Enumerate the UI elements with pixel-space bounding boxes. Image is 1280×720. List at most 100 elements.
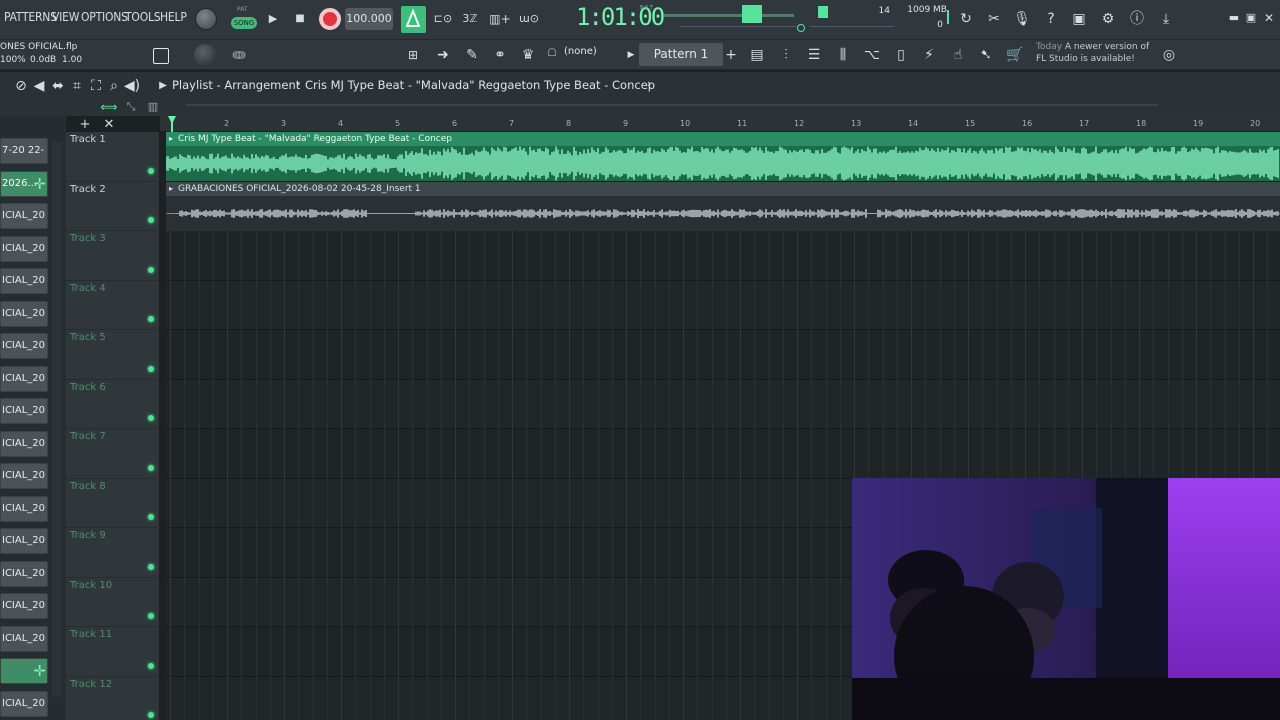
browser-icon[interactable]: ⌥ (861, 44, 883, 66)
save-icon[interactable]: ▣ (1068, 8, 1090, 30)
audio-clip-vocal[interactable]: GRABACIONES OFICIAL_2026-08-02 20-45-28_… (166, 182, 1280, 231)
timeline-ruler[interactable]: 2 3 4 5 6 7 8 9 10 11 12 13 14 15 16 17 18 19 20 (160, 116, 1280, 132)
track-header[interactable]: Track 12 (66, 677, 160, 720)
track-header[interactable]: Track 1 (66, 132, 160, 182)
track-mute-led[interactable] (148, 464, 154, 471)
track-name[interactable]: Track 6 (70, 382, 106, 393)
picker-clip-item[interactable]: ICIAL_20 (0, 560, 48, 587)
grid-track-lane[interactable] (166, 429, 1280, 479)
mixer-icon[interactable]: ⫼ (832, 44, 854, 66)
master-pitch-slider[interactable] (664, 14, 794, 17)
link-icon[interactable]: ⚭ (489, 44, 511, 66)
undo-icon[interactable]: ↻ (955, 8, 977, 30)
piano-roll-icon[interactable]: ⊞ (402, 44, 424, 66)
track-mute-led[interactable] (148, 167, 154, 174)
piano-roll-view-icon[interactable]: ☰ (803, 44, 825, 66)
track-header[interactable]: Track 5 (66, 330, 160, 380)
channel-rack-icon[interactable]: ⫶ (775, 44, 797, 66)
menu-options[interactable]: OPTIONS (81, 10, 128, 24)
picker-clip-item[interactable]: ICIAL_20 (0, 463, 48, 489)
clip-menu-icon[interactable]: ▸ (169, 134, 173, 143)
picker-clip-item[interactable]: ICIAL_20 (0, 690, 48, 717)
track-header[interactable]: Track 3 (66, 231, 160, 281)
touch-controller-icon[interactable]: ☝ (947, 44, 969, 66)
stop-icon[interactable]: ■ (289, 8, 311, 30)
track-name[interactable]: Track 11 (70, 629, 112, 640)
track-name[interactable]: Track 8 (70, 481, 106, 492)
news-panel[interactable]: Today A newer version of FL Studio is av… (1036, 42, 1149, 64)
close-icon[interactable]: ✕ (1258, 7, 1280, 29)
tempo-display[interactable]: 100.000 (345, 8, 393, 30)
menu-help[interactable]: HELP (160, 10, 187, 24)
picker-clip-item[interactable]: ICIAL_20 (0, 203, 48, 229)
pitch-slider-thumb[interactable] (742, 5, 762, 23)
pattern-selector[interactable]: Pattern 1 (639, 43, 723, 66)
track-header[interactable]: Track 8 (66, 479, 160, 528)
track-header[interactable]: Track 11 (66, 627, 160, 677)
picker-clip-item[interactable]: ICIAL_20 (0, 593, 48, 619)
clip-add-icon[interactable]: ✛ (33, 175, 46, 193)
plugin-picker-icon[interactable]: ⚡ (918, 44, 940, 66)
picker-clip-item[interactable]: ICIAL_20 (0, 300, 48, 327)
track-mute-led[interactable] (148, 316, 154, 322)
track-mute-led[interactable] (148, 365, 154, 372)
picker-clip-item[interactable]: ICIAL_20 (0, 528, 48, 554)
clip-menu-icon[interactable]: ▸ (169, 184, 173, 193)
audio-clip-beat[interactable]: Cris MJ Type Beat - "Malvada" Reggaeton … (166, 132, 1280, 181)
master-volume-knob[interactable] (195, 8, 217, 30)
track-mute-led[interactable] (148, 514, 154, 520)
play-icon[interactable]: ▶ (262, 8, 284, 30)
picker-clip-item[interactable]: ICIAL_20 (0, 268, 48, 294)
track-mute-led[interactable] (148, 712, 154, 718)
picker-clip-item[interactable]: ICIAL_20 (0, 333, 48, 359)
track-name[interactable]: Track 1 (70, 134, 106, 145)
track-name[interactable]: Track 9 (70, 530, 106, 541)
record-button[interactable] (319, 8, 341, 30)
arrow-right-icon[interactable]: ➜ (432, 44, 454, 66)
help-icon[interactable]: ? (1040, 8, 1062, 30)
clip-add-icon[interactable]: ✛ (33, 662, 46, 680)
download-icon[interactable]: ⤓ (1155, 8, 1177, 30)
picker-clip-item[interactable]: ICIAL_20 (0, 625, 48, 652)
metronome-button[interactable] (401, 6, 426, 33)
channel-selector[interactable]: (none) (564, 46, 597, 57)
loop-record-icon[interactable]: ɯ⊙ (518, 8, 540, 30)
picker-clip-item[interactable]: 7-20 22- (0, 138, 48, 164)
track-header[interactable]: Track 2 (66, 182, 160, 231)
picker-scrollbar[interactable] (52, 142, 62, 697)
microphone-icon[interactable]: 🎙 (1011, 8, 1033, 30)
grid-track-lane[interactable] (166, 379, 1280, 429)
magnet-icon[interactable] (548, 48, 556, 56)
track-header[interactable]: Track 7 (66, 429, 160, 479)
track-mute-led[interactable] (148, 415, 154, 421)
fx-icon[interactable]: ➷ (975, 44, 997, 66)
countdown-icon[interactable]: 3ℤ (459, 8, 481, 30)
piano-keys-icon[interactable]: ▥ (142, 96, 164, 118)
horizontal-scrollbar[interactable] (186, 104, 1158, 106)
picker-clip-item[interactable]: ICIAL_20 (0, 398, 48, 424)
track-mute-led[interactable] (148, 217, 154, 223)
stamp-icon[interactable]: ♛ (517, 44, 539, 66)
menu-tools[interactable]: TOOLS (125, 10, 161, 24)
menu-patterns[interactable]: PATTERNS (4, 10, 57, 24)
playlist-icon[interactable]: ▤ (746, 44, 768, 66)
track-header[interactable]: Track 9 (66, 528, 160, 578)
resize-icon[interactable]: ⤡ (120, 96, 142, 118)
wave-tool-icon[interactable]: ↈ (228, 44, 250, 66)
track-name[interactable]: Track 3 (70, 233, 106, 244)
track-mute-led[interactable] (148, 662, 154, 669)
grid-track-lane[interactable] (166, 280, 1280, 330)
grid-track-lane[interactable] (166, 330, 1280, 380)
track-name[interactable]: Track 5 (70, 332, 106, 343)
track-header[interactable]: Track 4 (66, 281, 160, 330)
picker-clip-item[interactable]: ICIAL_20 (0, 430, 48, 457)
pat-song-toggle[interactable]: PAT SONG (230, 5, 258, 31)
track-name[interactable]: Track 4 (70, 283, 106, 294)
picker-clip-item[interactable]: 2026... ✛ (0, 170, 48, 197)
main-pitch-knob[interactable] (194, 44, 216, 66)
file-icon[interactable]: ▯ (890, 44, 912, 66)
pencil-icon[interactable]: ✎ (461, 44, 483, 66)
track-mute-led[interactable] (148, 266, 154, 273)
track-header[interactable]: Track 6 (66, 380, 160, 429)
snap-icon[interactable] (153, 48, 169, 64)
